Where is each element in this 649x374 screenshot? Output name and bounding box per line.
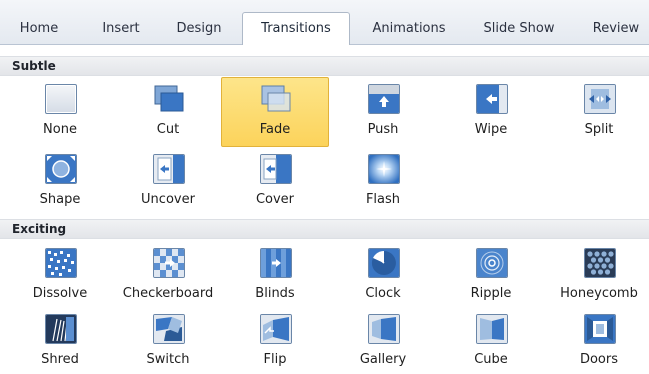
transition-label: Checkerboard <box>122 286 214 301</box>
transition-label: Cover <box>255 192 295 207</box>
uncover-transition-icon <box>153 154 185 184</box>
transition-doors[interactable]: Doors <box>545 307 649 374</box>
cube-transition-icon <box>476 314 508 344</box>
ribbon-tab-bar: Home Insert Design Transitions Animation… <box>0 0 649 46</box>
transition-gallery: Subtle None Cut Fade Push Wipe Split Sha… <box>0 45 649 374</box>
group-header-exciting: Exciting <box>0 219 649 239</box>
transition-label: Wipe <box>474 122 508 137</box>
transition-label: Dissolve <box>32 286 88 301</box>
flash-transition-icon <box>368 154 400 184</box>
honeycomb-transition-icon <box>584 248 616 278</box>
transition-split[interactable]: Split <box>545 77 649 147</box>
transition-gallery-item[interactable]: Gallery <box>329 307 437 374</box>
transition-fade[interactable]: Fade <box>221 77 329 147</box>
checkerboard-transition-icon <box>153 248 185 278</box>
transition-uncover[interactable]: Uncover <box>114 147 222 217</box>
tab-transitions[interactable]: Transitions <box>242 12 350 46</box>
transition-dissolve[interactable]: Dissolve <box>6 241 114 311</box>
transition-cube[interactable]: Cube <box>437 307 545 374</box>
transition-cut[interactable]: Cut <box>114 77 222 147</box>
transition-clock[interactable]: Clock <box>329 241 437 311</box>
transition-label: None <box>43 122 77 137</box>
blinds-transition-icon <box>260 248 292 278</box>
transition-shred[interactable]: Shred <box>6 307 114 374</box>
cut-transition-icon <box>153 84 185 114</box>
doors-transition-icon <box>584 314 616 344</box>
group-header-subtle: Subtle <box>0 56 649 76</box>
wipe-transition-icon <box>476 84 508 114</box>
transition-label: Uncover <box>141 192 195 207</box>
tab-animations[interactable]: Animations <box>362 13 456 45</box>
transition-label: Cube <box>474 352 508 367</box>
transition-ripple[interactable]: Ripple <box>437 241 545 311</box>
tab-insert[interactable]: Insert <box>92 13 150 45</box>
shape-transition-icon <box>45 154 77 184</box>
transition-label: Ripple <box>470 286 512 301</box>
shred-transition-icon <box>45 314 77 344</box>
transition-label: Blinds <box>255 286 295 301</box>
transition-label: Honeycomb <box>560 286 638 301</box>
transition-checkerboard[interactable]: Checkerboard <box>114 241 222 311</box>
transition-flash[interactable]: Flash <box>329 147 437 217</box>
flip-transition-icon <box>260 314 292 344</box>
transition-cover[interactable]: Cover <box>221 147 329 217</box>
tab-home[interactable]: Home <box>10 13 68 45</box>
ripple-transition-icon <box>476 248 508 278</box>
transition-label: Cut <box>156 122 180 137</box>
gallery-transition-icon <box>368 314 400 344</box>
cover-transition-icon <box>260 154 292 184</box>
transition-label: Shred <box>41 352 79 367</box>
transition-label: Clock <box>365 286 401 301</box>
tab-slide-show[interactable]: Slide Show <box>470 13 568 45</box>
transition-none[interactable]: None <box>6 77 114 147</box>
transition-blinds[interactable]: Blinds <box>221 241 329 311</box>
transition-label: Switch <box>146 352 190 367</box>
transition-label: Gallery <box>359 352 407 367</box>
transition-label: Flash <box>365 192 401 207</box>
transition-flip[interactable]: Flip <box>221 307 329 374</box>
transition-label: Flip <box>263 352 287 367</box>
dissolve-transition-icon <box>45 248 77 278</box>
transition-wipe[interactable]: Wipe <box>437 77 545 147</box>
none-transition-icon <box>45 84 77 114</box>
transition-switch[interactable]: Switch <box>114 307 222 374</box>
tab-review[interactable]: Review <box>582 13 649 45</box>
transition-label: Fade <box>259 122 291 137</box>
split-transition-icon <box>584 84 616 114</box>
push-transition-icon <box>368 84 400 114</box>
transition-label: Push <box>367 122 399 137</box>
transition-push[interactable]: Push <box>329 77 437 147</box>
transition-honeycomb[interactable]: Honeycomb <box>545 241 649 311</box>
transition-label: Split <box>584 122 614 137</box>
transition-shape[interactable]: Shape <box>6 147 114 217</box>
fade-transition-icon <box>260 84 292 114</box>
clock-transition-icon <box>368 248 400 278</box>
transition-label: Doors <box>579 352 619 367</box>
tab-design[interactable]: Design <box>168 13 230 45</box>
switch-transition-icon <box>153 314 185 344</box>
transition-label: Shape <box>39 192 81 207</box>
